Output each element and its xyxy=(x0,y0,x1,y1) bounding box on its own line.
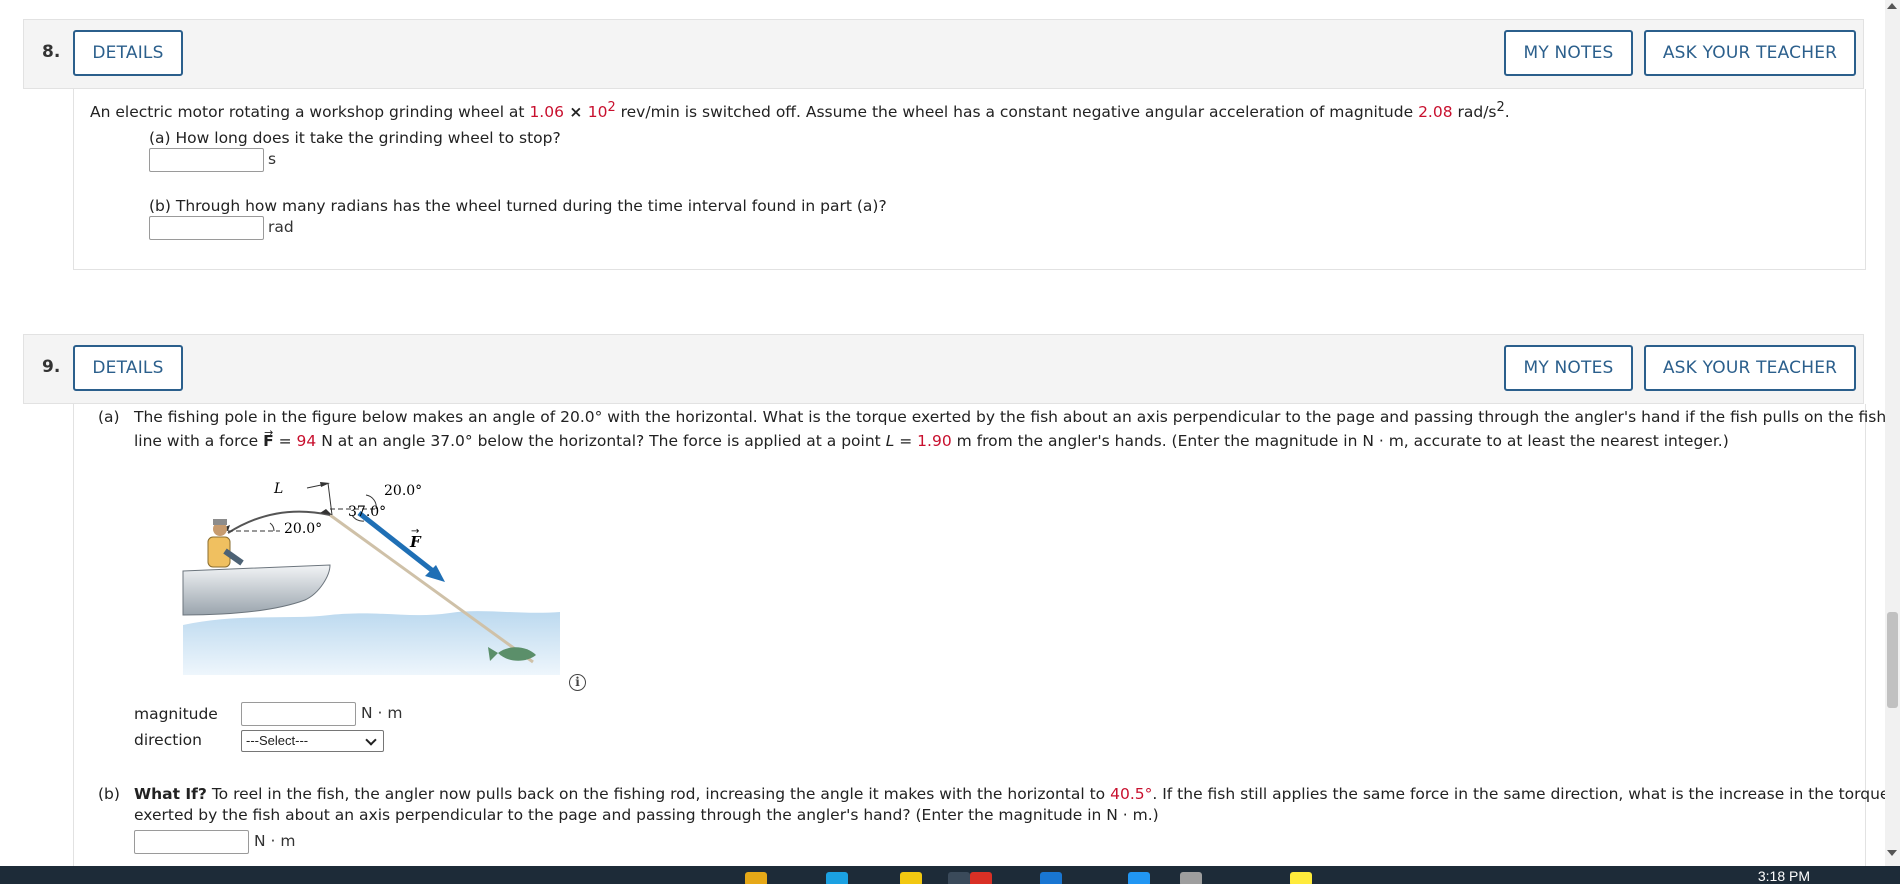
direction-selected-value: ---Select--- xyxy=(246,733,309,748)
prompt-text: rad/s xyxy=(1452,103,1497,122)
speed-value: 1.06 xyxy=(529,103,564,122)
increase-torque-input[interactable] xyxy=(134,830,249,854)
fishing-figure: L 20.0° 37.0° 20.0° F → xyxy=(182,481,560,675)
question-8-part-a: (a) How long does it take the grinding w… xyxy=(149,129,561,147)
prompt-text: To reel in the fish, the angler now pull… xyxy=(206,785,1111,803)
taskbar-clock[interactable]: 3:18 PM xyxy=(1758,868,1810,884)
answer-input-a[interactable] xyxy=(149,148,264,172)
taskbar: 3:18 PM xyxy=(0,866,1900,884)
accel-exp: 2 xyxy=(1496,100,1505,115)
question-8-prompt: An electric motor rotating a workshop gr… xyxy=(90,96,1510,124)
prompt-text: line with a force xyxy=(134,432,264,450)
my-notes-button[interactable]: MY NOTES xyxy=(1504,345,1633,391)
speed-power-exp: 2 xyxy=(607,100,616,115)
what-if-label: What If? xyxy=(134,785,207,803)
ask-your-teacher-button[interactable]: ASK YOUR TEACHER xyxy=(1644,30,1856,76)
accel-value: 2.08 xyxy=(1418,103,1453,122)
unit-label: N · m xyxy=(254,832,296,850)
water xyxy=(183,611,560,675)
details-button[interactable]: DETAILS xyxy=(73,345,183,391)
scroll-up-icon[interactable] xyxy=(1887,3,1897,9)
details-button[interactable]: DETAILS xyxy=(73,30,183,76)
magnitude-input[interactable] xyxy=(241,702,356,726)
ask-your-teacher-button[interactable]: ASK YOUR TEACHER xyxy=(1644,345,1856,391)
question-number: 9. xyxy=(42,357,61,377)
unit-label: N · m xyxy=(361,704,403,722)
taskbar-app-icon[interactable] xyxy=(1040,872,1062,884)
part-b-label: (b) xyxy=(98,785,120,803)
scroll-down-icon[interactable] xyxy=(1887,850,1897,856)
taskbar-app-icon[interactable] xyxy=(1128,872,1150,884)
taskbar-app-icon[interactable] xyxy=(948,872,970,884)
question-9-part-b-line2: exerted by the fish about an axis perpen… xyxy=(134,806,1159,824)
question-9-part-a-line1: The fishing pole in the figure below mak… xyxy=(134,408,1900,426)
question-8-header: 8. DETAILS MY NOTES ASK YOUR TEACHER xyxy=(23,19,1864,89)
direction-label: direction xyxy=(134,731,202,749)
my-notes-button[interactable]: MY NOTES xyxy=(1504,30,1633,76)
angle-value: 40.5° xyxy=(1110,785,1153,803)
prompt-text: rev/min is switched off. Assume the whee… xyxy=(615,103,1419,122)
chevron-down-icon xyxy=(365,734,377,746)
prompt-text: An electric motor rotating a workshop gr… xyxy=(90,103,530,122)
taskbar-app-icon[interactable] xyxy=(826,872,848,884)
prompt-text: N at an angle 37.0° below the horizontal… xyxy=(316,432,886,450)
label-L: L xyxy=(273,481,283,497)
taskbar-app-icon[interactable] xyxy=(745,872,767,884)
label-angle-force: 37.0° xyxy=(348,504,386,520)
svg-text:→: → xyxy=(411,526,419,537)
answer-input-b[interactable] xyxy=(149,216,264,240)
speed-power-base: 10 xyxy=(587,103,608,122)
boat xyxy=(182,564,331,616)
label-angle-top: 20.0° xyxy=(384,483,422,499)
question-8-part-b: (b) Through how many radians has the whe… xyxy=(149,197,887,215)
scroll-thumb[interactable] xyxy=(1887,612,1898,708)
prompt-text: . If the fish still applies the same for… xyxy=(1152,785,1890,803)
taskbar-app-icon[interactable] xyxy=(900,872,922,884)
taskbar-app-icon[interactable] xyxy=(1290,872,1312,884)
question-9-part-a-line2: line with a force F → = 94 N at an angle … xyxy=(134,426,1729,453)
times-symbol: × xyxy=(563,103,588,122)
force-value: 94 xyxy=(296,432,317,450)
info-icon[interactable]: i xyxy=(569,674,586,691)
direction-select[interactable]: ---Select--- xyxy=(241,730,384,752)
prompt-text: . xyxy=(1504,103,1510,122)
unit-label: s xyxy=(268,150,277,168)
label-angle-pole: 20.0° xyxy=(284,521,322,537)
question-number: 8. xyxy=(42,42,61,62)
prompt-text: = xyxy=(273,432,297,450)
prompt-text: m from the angler's hands. (Enter the ma… xyxy=(951,432,1729,450)
taskbar-app-icon[interactable] xyxy=(1180,872,1202,884)
taskbar-app-icon[interactable] xyxy=(970,872,992,884)
part-a-label: (a) xyxy=(98,408,120,426)
page-scrollbar[interactable] xyxy=(1885,0,1900,866)
prompt-text: = xyxy=(894,432,918,450)
force-vector-symbol: F → xyxy=(263,426,274,450)
magnitude-label: magnitude xyxy=(134,705,218,723)
unit-label: rad xyxy=(268,218,294,236)
length-value: 1.90 xyxy=(917,432,952,450)
question-9-header: 9. DETAILS MY NOTES ASK YOUR TEACHER xyxy=(23,334,1864,404)
